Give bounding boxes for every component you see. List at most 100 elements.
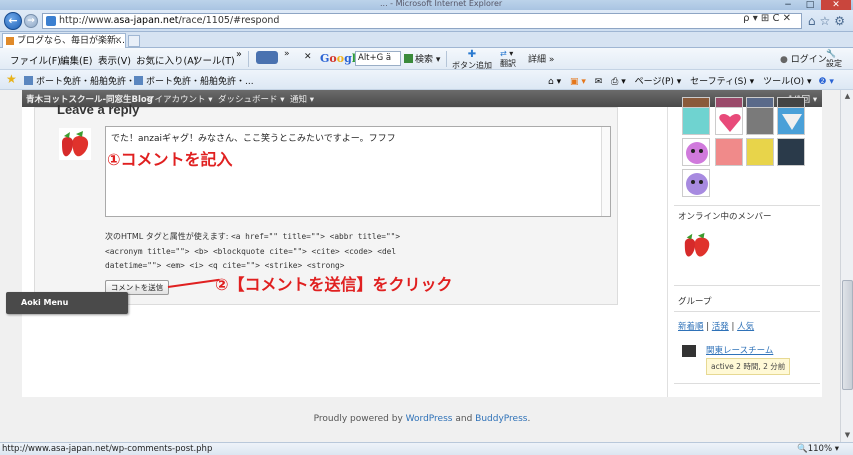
- strawberry-avatar-icon: [59, 128, 91, 160]
- online-members-title: オンライン中のメンバー: [678, 212, 772, 222]
- maximize-button[interactable]: □: [799, 0, 821, 10]
- close-window-button[interactable]: ✕: [821, 0, 851, 10]
- page-menu[interactable]: ページ(P) ▾: [635, 77, 682, 87]
- face-icon: [686, 142, 708, 164]
- wrench-icon: 🔧: [826, 49, 836, 58]
- settings-button[interactable]: 🔧 設定: [826, 49, 842, 69]
- window-controls: − □ ✕: [777, 0, 851, 10]
- comment-textarea[interactable]: でた！anzaiギャグ！みなさん、ここ笑うとこみたいですよー。フフフ: [105, 126, 611, 217]
- scroll-down-icon[interactable]: ▼: [842, 430, 853, 441]
- back-button[interactable]: ←: [4, 12, 22, 30]
- status-bar: http://www.asa-japan.net/wp-comments-pos…: [0, 442, 853, 455]
- menu-view[interactable]: 表示(V): [98, 53, 131, 67]
- rss-icon[interactable]: ▣ ▾: [570, 77, 586, 87]
- close-toolbar-icon[interactable]: ✕: [304, 52, 312, 62]
- search-icon: [404, 54, 413, 63]
- details-button[interactable]: 詳細 »: [528, 52, 554, 65]
- forward-button[interactable]: →: [24, 14, 38, 28]
- home-icon[interactable]: ⌂ ▾: [548, 77, 561, 87]
- toolbar-more[interactable]: »: [284, 49, 290, 59]
- login-button[interactable]: ● ログイン: [780, 52, 827, 65]
- annotation-arrow-line: [167, 278, 220, 288]
- member-avatar[interactable]: [777, 138, 805, 166]
- avatar: [59, 128, 91, 160]
- tab-current[interactable]: ブログなら、毎日が楽新… ✕: [2, 33, 126, 48]
- add-button-button[interactable]: ✚ ボタン追加: [452, 49, 492, 71]
- google-search-button[interactable]: 検索 ▾: [404, 52, 440, 65]
- menu-file[interactable]: ファイル(F): [10, 53, 61, 67]
- mail-icon[interactable]: ✉: [595, 77, 603, 87]
- minimize-button[interactable]: −: [777, 0, 799, 10]
- command-bar: ⌂ ▾ ▣ ▾ ✉ ⎙ ▾ ページ(P) ▾ セーフティ(S) ▾ ツール(O)…: [548, 74, 834, 87]
- safety-menu[interactable]: セーフティ(S) ▾: [690, 77, 754, 87]
- toolbar-icon[interactable]: [256, 51, 278, 64]
- admin-notifications[interactable]: 通知 ▾: [290, 93, 314, 105]
- member-avatar[interactable]: [777, 107, 805, 135]
- print-icon[interactable]: ⎙ ▾: [611, 77, 626, 87]
- page-scrollbar[interactable]: ▲ ▼: [840, 90, 853, 442]
- group-tab-popular[interactable]: 人気: [737, 322, 754, 332]
- menu-favorites[interactable]: お気に入り(A): [136, 53, 197, 67]
- menu-bar: ファイル(F) 編集(E) 表示(V) お気に入り(A) ツール(T) » » …: [0, 48, 853, 70]
- window-title: ... - Microsoft Internet Explorer: [380, 0, 503, 8]
- member-avatar[interactable]: [746, 107, 774, 135]
- textarea-scrollbar[interactable]: [601, 127, 610, 216]
- group-tab-active[interactable]: 活発: [712, 322, 729, 332]
- triangle-icon: [782, 114, 802, 130]
- member-avatar[interactable]: [746, 138, 774, 166]
- menu-tools[interactable]: ツール(T): [193, 53, 235, 67]
- page-icon: [134, 76, 143, 85]
- translate-button[interactable]: ⇄ ▾ 翻訳: [500, 49, 516, 69]
- wordpress-link[interactable]: WordPress: [406, 414, 453, 424]
- tools-menu[interactable]: ツール(O) ▾: [763, 77, 812, 87]
- member-avatar[interactable]: [682, 169, 710, 197]
- tab-close-icon[interactable]: ✕: [114, 34, 122, 48]
- scroll-up-icon[interactable]: ▲: [842, 91, 853, 102]
- member-avatar[interactable]: [682, 138, 710, 166]
- user-icon: ●: [780, 55, 788, 65]
- favorites-bar: ★ ボート免許・船舶免許・... ボート免許・船舶免許・... ⌂ ▾ ▣ ▾ …: [0, 70, 853, 90]
- buddypress-link[interactable]: BuddyPress: [475, 414, 527, 424]
- url-input[interactable]: http://www.asa-japan.net/race/1105/#resp…: [42, 13, 802, 29]
- scrollbar-thumb[interactable]: [842, 280, 853, 390]
- member-avatar[interactable]: [715, 138, 743, 166]
- help-icon[interactable]: ❷ ▾: [818, 77, 833, 87]
- member-avatar[interactable]: [715, 107, 743, 135]
- strawberry-avatar-icon: [684, 232, 710, 257]
- window-titlebar: ... - Microsoft Internet Explorer − □ ✕: [0, 0, 853, 10]
- page-viewport: 青木ヨットスクール-同窓生Blog マイアカウント ▾ ダッシュボード ▾ 通知…: [0, 90, 840, 442]
- annotation-step-2: ②【コメントを送信】をクリック: [215, 275, 453, 294]
- zoom-level[interactable]: 🔍110% ▾: [797, 443, 839, 455]
- footer: Proudly powered by WordPress and BuddyPr…: [22, 397, 822, 442]
- group-link[interactable]: 関東レースチーム: [706, 344, 773, 356]
- admin-dashboard[interactable]: ダッシュボード ▾: [218, 93, 284, 105]
- home-favorites-icons[interactable]: ⌂☆⚙: [808, 14, 849, 28]
- group-tab-newest[interactable]: 新着順: [678, 322, 704, 332]
- google-search-input[interactable]: Alt+G ä: [355, 51, 401, 66]
- page-icon: [24, 76, 33, 85]
- annotation-step-1: ①コメントを記入: [107, 150, 233, 169]
- face-icon: [686, 173, 708, 195]
- translate-icon: ⇄: [500, 49, 507, 58]
- group-avatar[interactable]: [682, 345, 696, 357]
- groups-title: グループ: [678, 297, 712, 307]
- heart-icon: [719, 113, 741, 132]
- address-tools[interactable]: ρ ▾ ⊞ C ✕: [743, 13, 791, 24]
- allowed-tags-note: 次のHTML タグと属性が使えます: <a href="" title=""> …: [105, 232, 401, 270]
- admin-my-account[interactable]: マイアカウント ▾: [146, 93, 212, 105]
- status-url: http://www.asa-japan.net/wp-comments-pos…: [2, 444, 213, 454]
- tab-bar: ブログなら、毎日が楽新… ✕: [0, 32, 853, 48]
- aoki-menu-button[interactable]: Aoki Menu: [6, 292, 128, 314]
- favorites-star-icon[interactable]: ★: [6, 72, 17, 86]
- plus-icon: ✚: [467, 49, 477, 60]
- member-avatar[interactable]: [682, 107, 710, 135]
- menu-edit[interactable]: 編集(E): [60, 53, 92, 67]
- online-member-avatar[interactable]: [682, 230, 712, 260]
- new-tab-button[interactable]: [128, 35, 140, 47]
- leave-reply-heading: Leave a reply: [57, 102, 140, 117]
- favorite-link-2[interactable]: ボート免許・船舶免許・...: [134, 74, 254, 87]
- ie-page-icon: [46, 16, 56, 26]
- favorite-link-1[interactable]: ボート免許・船舶免許・...: [24, 74, 144, 87]
- tab-favicon: [6, 37, 14, 45]
- menu-more[interactable]: »: [236, 49, 242, 60]
